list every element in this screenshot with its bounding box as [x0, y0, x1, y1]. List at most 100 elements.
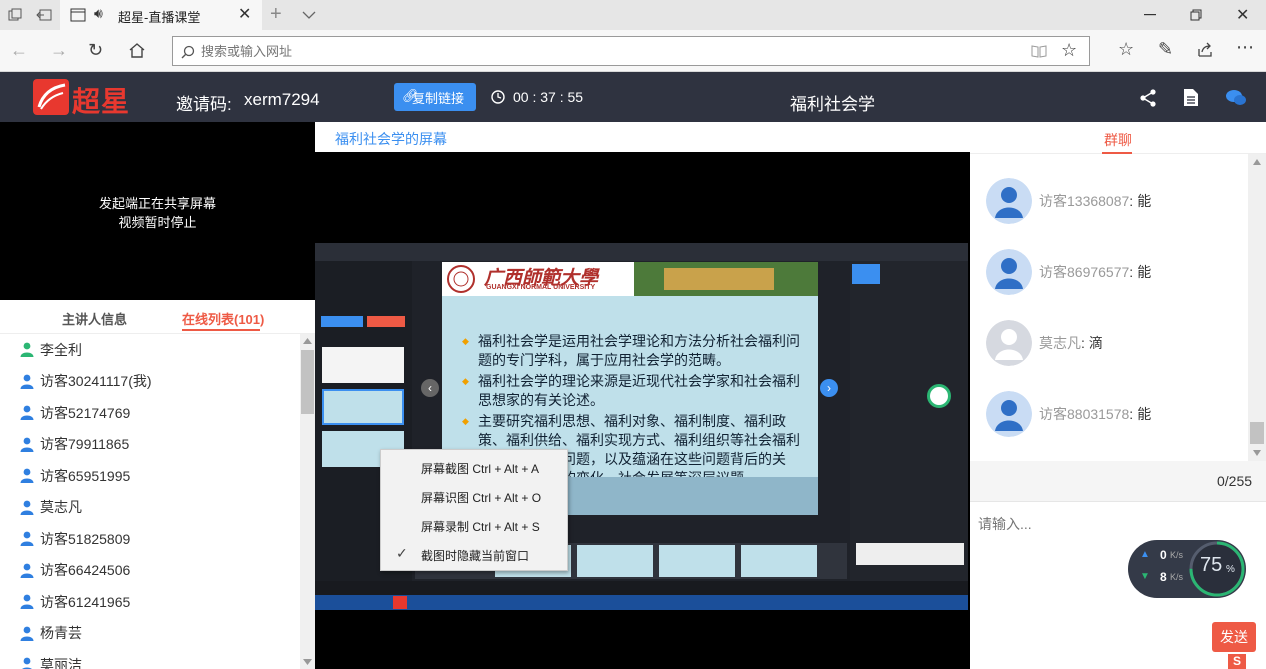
address-input[interactable] — [201, 41, 1021, 61]
scroll-up-icon[interactable] — [1253, 159, 1261, 165]
close-tab-icon[interactable]: ✕ — [238, 4, 251, 24]
online-user-name: 访客65951995 — [40, 467, 131, 484]
campus-photo — [634, 262, 818, 296]
reading-view-icon[interactable] — [1031, 44, 1047, 59]
share-icon[interactable] — [1197, 42, 1214, 58]
menu-item-hide-window[interactable]: 截图时隐藏当前窗口 — [421, 547, 529, 564]
invite-label: 邀请码: — [176, 95, 232, 114]
chat-scrollbar[interactable] — [1248, 154, 1266, 461]
ime-icon[interactable]: S — [1228, 654, 1246, 669]
browser-address-bar: ← → ↻ ☆ ☆ ✎ ⋯ — [0, 30, 1266, 72]
user-icon — [20, 468, 34, 484]
forward-icon[interactable]: → — [50, 40, 68, 60]
user-icon — [20, 437, 34, 452]
chat-title-bar: 群聊 — [970, 122, 1266, 154]
new-tab-icon[interactable]: + — [270, 3, 282, 26]
inner-status-bar — [315, 581, 968, 595]
online-user-row[interactable]: 访客66424506 — [0, 555, 300, 587]
send-button[interactable]: 发送 — [1212, 622, 1256, 652]
chat-bubble-icon[interactable] — [1225, 89, 1247, 107]
chat-sender: 访客86976577 — [1039, 264, 1130, 280]
network-speed-widget: ▲ 0 K/s ▼ 8 K/s 75 % — [1128, 540, 1246, 598]
campus-building-photo — [562, 477, 818, 515]
set-aside-tabs-icon[interactable] — [36, 8, 52, 22]
restore-icon[interactable] — [1190, 9, 1202, 21]
download-unit: K/s — [1170, 572, 1184, 582]
user-icon — [20, 500, 34, 515]
chat-sender: 访客13368087 — [1039, 193, 1130, 209]
inner-thumbnail — [741, 545, 817, 577]
avatar-icon — [986, 391, 1032, 437]
menu-item-screenshot[interactable]: 屏幕截图 Ctrl + Alt + A — [421, 460, 539, 477]
chaoxing-logo-icon — [33, 79, 69, 115]
back-icon[interactable]: ← — [10, 40, 28, 60]
online-user-row[interactable]: 访客52174769 — [0, 397, 300, 429]
address-field[interactable]: ☆ — [172, 36, 1090, 66]
inner-taskbar — [315, 595, 968, 610]
online-user-name: 访客30241117(我) — [40, 373, 152, 390]
refresh-icon[interactable]: ↻ — [88, 40, 103, 60]
usage-percent: 75 — [1200, 554, 1223, 576]
home-icon[interactable] — [128, 42, 146, 59]
online-user-row[interactable]: 访客61241965 — [0, 586, 300, 618]
browser-tab-active[interactable]: 🔊︎ 超星-直播课堂 ✕ — [60, 0, 262, 30]
pen-icon[interactable]: ✎ — [1158, 39, 1173, 59]
inner-button — [367, 316, 405, 327]
online-user-row[interactable]: 访客79911865 — [0, 429, 300, 461]
menu-item-screen-record[interactable]: 屏幕录制 Ctrl + Alt + S — [421, 518, 540, 535]
university-seal-icon — [447, 265, 475, 293]
scroll-up-icon[interactable] — [303, 338, 312, 344]
inner-thumbnail — [322, 347, 404, 383]
chat-input[interactable] — [978, 514, 1248, 542]
inner-right-panel — [850, 261, 968, 581]
avatar-icon — [986, 249, 1032, 295]
group-chat-tab[interactable]: 群聊 — [1104, 130, 1132, 150]
online-user-name: 访客51825809 — [40, 530, 131, 547]
menu-item-screen-ocr[interactable]: 屏幕识图 Ctrl + Alt + O — [421, 489, 541, 506]
usage-percent-unit: % — [1226, 564, 1235, 575]
upload-arrow-icon: ▲ — [1140, 549, 1150, 560]
close-window-icon[interactable]: ✕ — [1236, 5, 1249, 25]
online-user-row[interactable]: 李全利 — [0, 334, 300, 366]
speaker-icon[interactable]: 🔊︎ — [94, 5, 103, 22]
online-user-row[interactable]: 杨青芸 — [0, 618, 300, 650]
document-icon[interactable] — [1183, 88, 1199, 107]
tab-online-list[interactable]: 在线列表(101) — [182, 309, 264, 328]
slide-prev-icon: ‹ — [421, 379, 439, 397]
chevron-down-icon[interactable] — [302, 10, 316, 20]
favorite-star-icon[interactable]: ☆ — [1061, 40, 1077, 61]
char-counter: 0/255 — [1217, 473, 1253, 489]
scroll-down-icon[interactable] — [1253, 450, 1261, 456]
tab-manager-icon[interactable] — [8, 8, 22, 22]
tab-host-info[interactable]: 主讲人信息 — [62, 309, 127, 328]
scrollbar-thumb[interactable] — [1250, 422, 1264, 444]
link-icon: 🔗︎ — [402, 88, 419, 103]
share-icon[interactable] — [1139, 89, 1157, 107]
download-arrow-icon: ▼ — [1140, 571, 1150, 582]
more-icon[interactable]: ⋯ — [1236, 37, 1254, 57]
online-user-name: 访客52174769 — [40, 404, 131, 421]
avatar-icon — [986, 178, 1032, 224]
user-icon — [22, 657, 32, 669]
university-name-en: GUANGXI NORMAL UNIVERSITY — [486, 284, 596, 291]
favorites-icon[interactable]: ☆ — [1118, 39, 1134, 59]
online-user-row[interactable]: 莫志凡 — [0, 492, 300, 524]
user-icon — [20, 626, 34, 641]
online-user-row[interactable]: 访客30241117(我) — [0, 366, 300, 398]
minimize-icon[interactable] — [1144, 14, 1156, 16]
scrollbar-thumb[interactable] — [301, 350, 314, 414]
online-user-row[interactable]: 莫丽洁 — [0, 649, 300, 669]
chat-message: 莫志凡: 滴 — [986, 320, 1103, 366]
chat-messages[interactable]: 访客13368087: 能访客86976577: 能莫志凡: 滴访客88031578:… — [970, 154, 1248, 461]
online-user-list[interactable]: 李全利访客30241117(我) 访客52174769 访客79911865 访客65… — [0, 334, 300, 669]
copy-link-button[interactable]: 🔗︎ 复制链接 — [394, 83, 476, 111]
online-user-row[interactable]: 访客65951995 — [0, 460, 300, 492]
scroll-down-icon[interactable] — [303, 659, 312, 665]
inner-input — [856, 543, 964, 565]
chat-text: 能 — [1137, 264, 1152, 280]
slide-bullet: 福利社会学的理论来源是近现代社会学家和社会福利思想家的有关论述。 — [462, 372, 807, 410]
user-list-scrollbar[interactable] — [300, 334, 315, 669]
online-user-row[interactable]: 访客51825809 — [0, 523, 300, 555]
live-timer: 00 : 37 : 55 — [513, 89, 584, 105]
alarm-clock-icon — [491, 90, 505, 104]
